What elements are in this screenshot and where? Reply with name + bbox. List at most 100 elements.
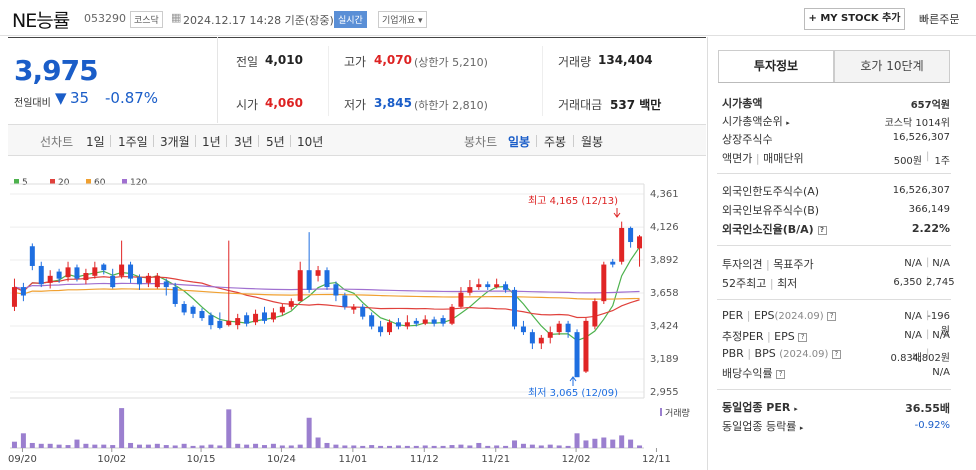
volume-bar xyxy=(619,435,625,448)
chevron-down-icon: ▾ xyxy=(418,16,423,26)
volume-bar xyxy=(92,444,98,448)
foreign-limit-label: 외국인한도주식수(A) xyxy=(722,185,820,198)
candle-body xyxy=(92,267,98,276)
volume-bar xyxy=(556,445,562,448)
current-price: 3,975 xyxy=(14,54,99,87)
divider xyxy=(717,299,951,300)
foreign-hold-label: 외국인보유주식수(B) xyxy=(722,204,820,217)
x-tick-label: 12/11 xyxy=(642,454,671,465)
change-pct: -0.87% xyxy=(105,89,159,107)
candle-body xyxy=(101,264,107,271)
period-weekly[interactable]: 주봉 xyxy=(544,133,566,150)
volume-bar xyxy=(65,445,71,448)
candle-body xyxy=(538,337,544,344)
candle-body xyxy=(208,315,214,326)
opinion-label-text: 투자의견 xyxy=(722,258,763,271)
realtime-badge: 실시간 xyxy=(334,11,367,28)
candle-body xyxy=(413,320,419,324)
lower-limit: (하한가 2,810) xyxy=(414,99,488,112)
candle-body xyxy=(467,287,473,293)
candle-body xyxy=(279,306,285,313)
volume-bar xyxy=(315,437,321,448)
candle-body xyxy=(38,265,44,285)
candle-chart-label[interactable]: 봉차트 xyxy=(464,133,497,150)
price-chart: 5 20 60 120 4,361 4,126 3,892 3,658 3,424 3,189 2… xyxy=(8,178,690,465)
candle-body xyxy=(494,284,500,288)
period-3m[interactable]: 3개월 xyxy=(160,133,190,150)
pbr-label: PBR xyxy=(722,347,744,360)
candle-body xyxy=(47,275,53,283)
foreign-rate-text: 외국인소진율(B/A) xyxy=(722,223,814,236)
sector-per-text: 동일업종 PER xyxy=(722,401,791,414)
timestamp: 2024.12.17 14:28 기준(장중) xyxy=(183,14,334,27)
help-icon[interactable]: ? xyxy=(831,349,841,359)
candle-body xyxy=(83,273,89,281)
candle-body xyxy=(619,227,625,262)
divider xyxy=(718,82,950,83)
candle-body xyxy=(628,227,634,243)
target-label: 목표주가 xyxy=(773,258,814,271)
volume-bar xyxy=(360,445,366,448)
volume-bar xyxy=(351,445,357,448)
volume-bar xyxy=(440,445,446,448)
help-icon[interactable]: ? xyxy=(798,332,808,342)
help-icon[interactable]: ? xyxy=(776,369,786,379)
upper-limit: (상한가 5,210) xyxy=(414,56,488,69)
high-annotation: 최고 4,165 (12/13) xyxy=(528,195,618,207)
period-1w[interactable]: 1주일 xyxy=(118,133,148,150)
stock-name: NE능률 xyxy=(12,10,70,32)
per-label: PER xyxy=(722,309,744,322)
bps-label: BPS xyxy=(754,347,776,360)
candle-body xyxy=(395,322,401,327)
quick-order-link[interactable]: 빠른주문 xyxy=(919,11,959,27)
sector-rate-label[interactable]: 동일업종 등락률 ▸ xyxy=(722,418,803,434)
divider xyxy=(536,135,537,147)
volume-bar xyxy=(333,444,339,448)
candle-body xyxy=(11,287,17,307)
candle-body xyxy=(449,306,455,324)
dividend-label-text: 배당수익률 xyxy=(722,367,773,380)
volume-bar xyxy=(181,443,187,448)
candle-body xyxy=(136,277,142,285)
candle-body xyxy=(422,319,428,324)
x-tick-label: 10/15 xyxy=(187,454,216,465)
volume-legend-swatch xyxy=(660,408,662,416)
per-eps-label: PER | EPS(2024.09) ? xyxy=(722,309,837,322)
volume-bar xyxy=(529,444,535,448)
w52-high-label: 52주최고 xyxy=(722,277,767,290)
x-tick-label: 11/21 xyxy=(481,454,510,465)
period-1y[interactable]: 1년 xyxy=(202,133,221,150)
candle-body xyxy=(512,289,518,327)
foreign-rate-label[interactable]: 외국인소진율(B/A) ? xyxy=(722,221,827,237)
mystock-add-button[interactable]: + MY STOCK 추가 xyxy=(804,8,905,30)
candle-body xyxy=(270,312,276,320)
legend-label: 120 xyxy=(130,178,147,188)
par-label-text: 액면가 xyxy=(722,152,753,165)
volume-bar xyxy=(172,445,178,448)
volume-bar xyxy=(38,443,44,448)
candle-body xyxy=(56,271,62,279)
candle-body xyxy=(119,264,125,276)
period-10y[interactable]: 10년 xyxy=(297,133,323,150)
tab-invest-info[interactable]: 투자정보 xyxy=(718,50,834,83)
volume-bar xyxy=(56,444,62,448)
legend-label: 60 xyxy=(94,178,106,188)
candle-body xyxy=(288,301,294,307)
sector-per-label[interactable]: 동일업종 PER ▸ xyxy=(722,399,798,415)
line-chart-label[interactable]: 선차트 xyxy=(40,133,73,150)
calendar-icon: ▦ xyxy=(171,11,182,24)
market-badge: 코스닥 xyxy=(130,11,163,28)
period-monthly[interactable]: 월봉 xyxy=(581,133,603,150)
sector-rate-text: 동일업종 등락률 xyxy=(722,420,797,433)
tab-hoga-10[interactable]: 호가 10단계 xyxy=(834,50,950,83)
period-5y[interactable]: 5년 xyxy=(266,133,285,150)
period-1d[interactable]: 1일 xyxy=(86,133,105,150)
help-icon[interactable]: ? xyxy=(817,225,827,235)
opinion-value: N/A xyxy=(904,258,922,269)
period-daily[interactable]: 일봉 xyxy=(508,133,530,150)
period-3y[interactable]: 3년 xyxy=(234,133,253,150)
company-overview-button[interactable]: 기업개요 ▾ xyxy=(378,11,427,28)
divider: | xyxy=(926,329,930,340)
help-icon[interactable]: ? xyxy=(827,311,837,321)
open-label: 시가 xyxy=(236,98,259,112)
